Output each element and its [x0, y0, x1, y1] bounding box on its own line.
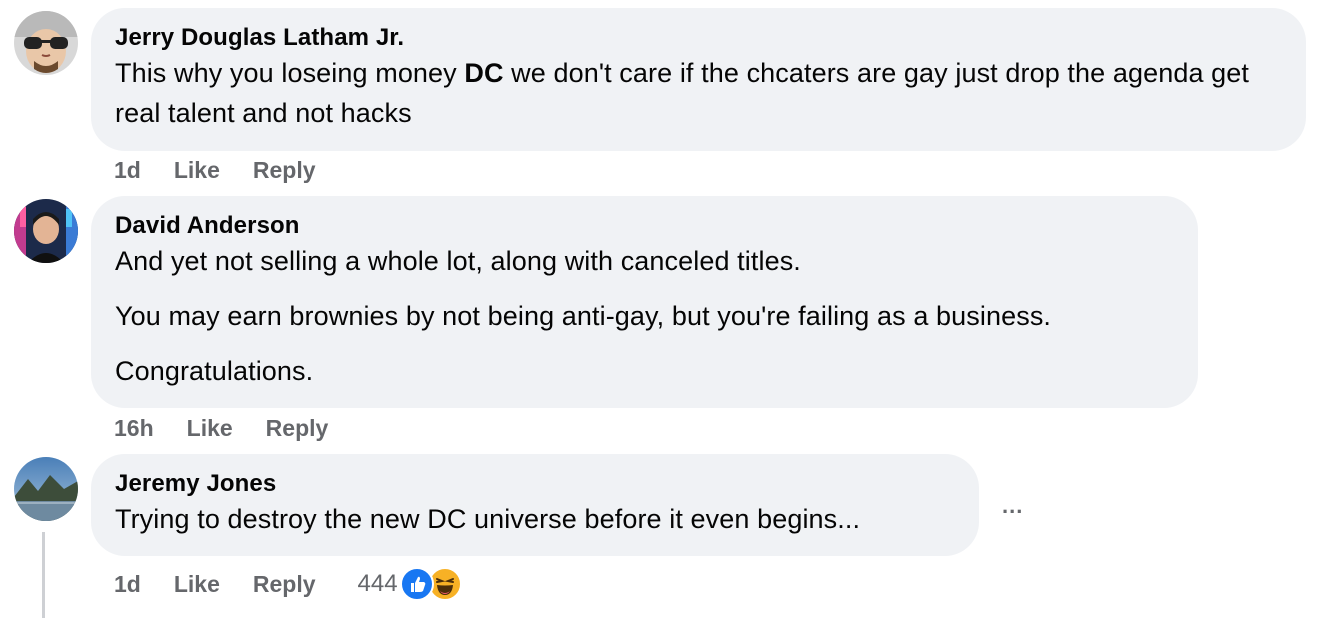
comment-paragraph: You may earn brownies by not being anti-… — [115, 301, 1052, 331]
comment-paragraph: And yet not selling a whole lot, along w… — [115, 246, 801, 276]
comment-bubble: Jeremy Jones Trying to destroy the new D… — [91, 454, 979, 556]
comment-timestamp[interactable]: 1d — [114, 569, 141, 599]
comment-paragraph: Congratulations. — [115, 356, 314, 386]
reaction-summary[interactable]: 444 — [358, 567, 462, 601]
like-button[interactable]: Like — [174, 569, 220, 599]
avatar-image — [14, 457, 78, 521]
avatar-image — [14, 199, 78, 263]
comment-bubble: David Anderson And yet not selling a who… — [91, 196, 1198, 408]
comment-actions: 1d Like Reply 444 — [114, 567, 462, 601]
comment-author[interactable]: David Anderson — [115, 211, 1174, 241]
comment-author[interactable]: Jeremy Jones — [115, 469, 955, 499]
reply-button[interactable]: Reply — [253, 569, 316, 599]
reply-button[interactable]: Reply — [253, 155, 316, 185]
reaction-count: 444 — [357, 570, 398, 597]
reply-thread-line — [42, 532, 45, 618]
comment-timestamp[interactable]: 1d — [114, 155, 141, 185]
like-button[interactable]: Like — [174, 155, 220, 185]
avatar[interactable] — [14, 199, 78, 263]
comment-author[interactable]: Jerry Douglas Latham Jr. — [115, 23, 1282, 53]
comment-text-bold: DC — [464, 58, 504, 88]
comment-timestamp[interactable]: 16h — [114, 413, 154, 443]
more-options-icon[interactable]: ... — [1002, 493, 1023, 519]
comment-actions: 1d Like Reply — [114, 155, 316, 185]
comment-bubble: Jerry Douglas Latham Jr. This why you lo… — [91, 8, 1306, 151]
avatar[interactable] — [14, 11, 78, 75]
comment-actions: 16h Like Reply — [114, 413, 328, 443]
like-reaction-icon — [399, 567, 434, 601]
avatar[interactable] — [14, 457, 78, 521]
like-button[interactable]: Like — [187, 413, 233, 443]
reply-button[interactable]: Reply — [266, 413, 329, 443]
comment-text: Trying to destroy the new DC universe be… — [115, 504, 861, 534]
avatar-image — [14, 11, 78, 75]
comment-text: This why you loseing money DC we don't c… — [115, 58, 1249, 128]
